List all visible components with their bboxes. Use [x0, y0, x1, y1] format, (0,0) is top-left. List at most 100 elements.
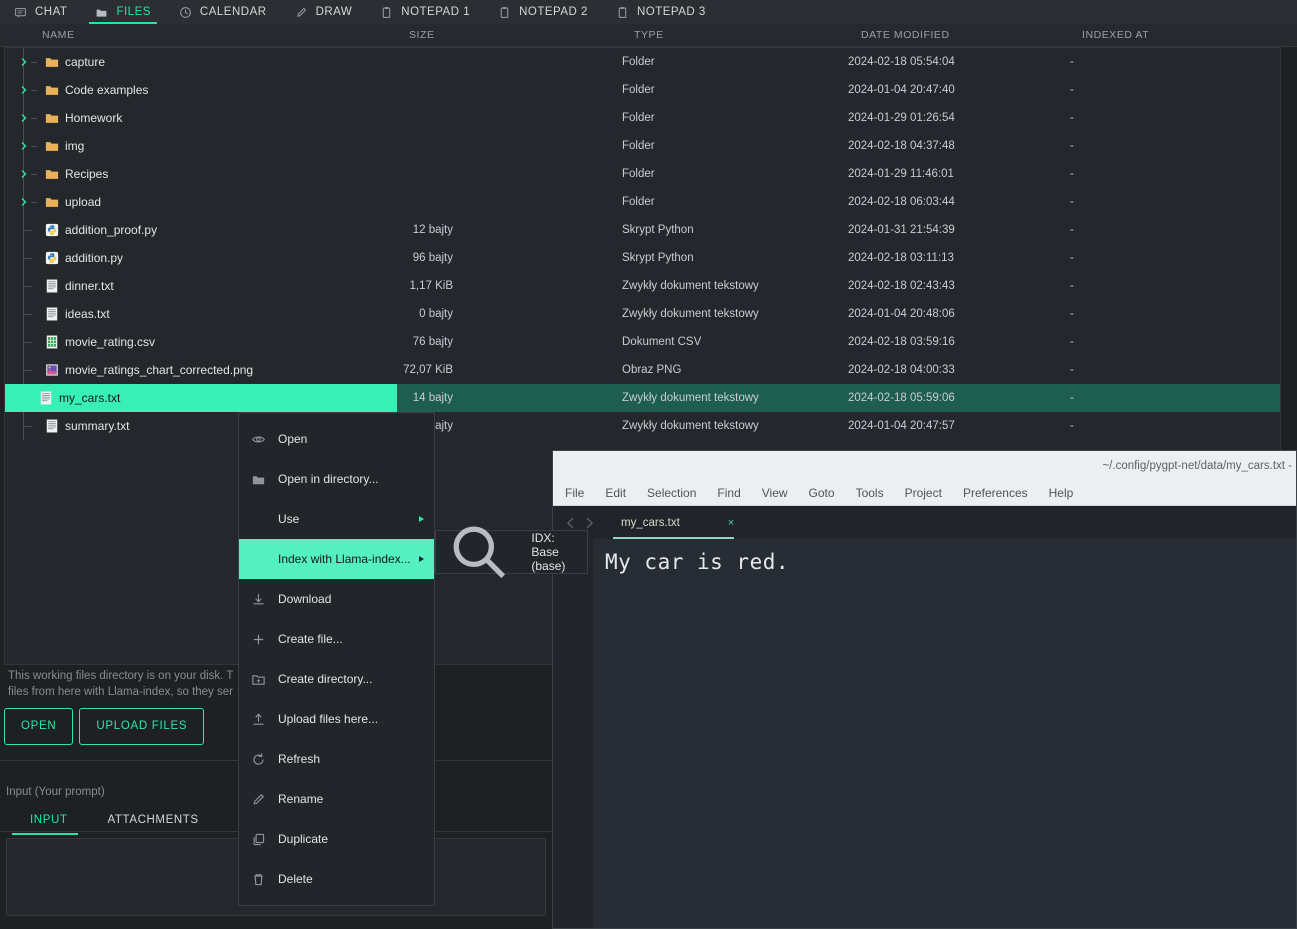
file-context-menu[interactable]: Open Open in directory... Use Index with Ll…: [238, 412, 435, 906]
editor-title-text: ~/.config/pygpt-net/data/my_cars.txt -: [1102, 459, 1292, 472]
input-tab-attachments[interactable]: ATTACHMENTS: [84, 808, 215, 832]
table-row[interactable]: my_cars.txt 14 bajty Zwykły dokument tekst…: [5, 384, 1280, 412]
table-row[interactable]: capture Folder 2024-02-18 05:54:04 -: [5, 48, 1280, 76]
file-name-cell[interactable]: ideas.txt: [35, 300, 110, 328]
menu-item-create-file[interactable]: Create file...: [239, 619, 434, 659]
table-row[interactable]: ideas.txt 0 bajty Zwykły dokument tekstowy…: [5, 300, 1280, 328]
editor-menu-preferences[interactable]: Preferences: [963, 486, 1028, 500]
menu-item-download[interactable]: Download: [239, 579, 434, 619]
folder-plus-icon: [252, 674, 265, 685]
expand-arrow-icon[interactable]: [19, 141, 29, 151]
file-indexed: -: [1070, 84, 1074, 96]
expand-arrow-icon[interactable]: [19, 113, 29, 123]
file-name: addition.py: [65, 251, 124, 265]
tab-label: NOTEPAD 3: [636, 6, 706, 18]
open-button[interactable]: OPEN: [4, 708, 74, 745]
column-header-type[interactable]: TYPE: [634, 24, 664, 47]
nav-back-icon[interactable]: [563, 515, 579, 531]
table-row[interactable]: movie_rating.csv 76 bajty Dokument CSV 2024…: [5, 328, 1280, 356]
editor-menu-tools[interactable]: Tools: [856, 486, 884, 500]
table-row[interactable]: Homework Folder 2024-01-29 01:26:54 -: [5, 104, 1280, 132]
menu-item-label: Create file...: [278, 632, 343, 646]
python-file-icon: [45, 251, 59, 265]
editor-menu-view[interactable]: View: [762, 486, 788, 500]
menu-item-upload-files-here[interactable]: Upload files here...: [239, 699, 434, 739]
upload-files-button[interactable]: UPLOAD FILES: [79, 708, 205, 745]
file-name-cell[interactable]: Code examples: [35, 76, 148, 104]
nav-forward-icon[interactable]: [581, 515, 597, 531]
editor-menu-help[interactable]: Help: [1049, 486, 1074, 500]
file-modified: 2024-01-04 20:47:57: [848, 420, 955, 432]
menu-item-index-with-llama-index[interactable]: Index with Llama-index...: [239, 539, 434, 579]
menu-item-delete[interactable]: Delete: [239, 859, 434, 899]
editor-menu-project[interactable]: Project: [905, 486, 942, 500]
table-row[interactable]: Recipes Folder 2024-01-29 11:46:01 -: [5, 160, 1280, 188]
file-name-cell[interactable]: movie_rating.csv: [35, 328, 155, 356]
expand-arrow-icon[interactable]: [19, 169, 29, 179]
file-name-cell[interactable]: movie_ratings_chart_corrected.png: [35, 356, 253, 384]
tab-files[interactable]: FILES: [81, 0, 164, 24]
column-header-size[interactable]: SIZE: [409, 24, 435, 47]
table-row[interactable]: movie_ratings_chart_corrected.png 72,07 K…: [5, 356, 1280, 384]
column-header-date-modified[interactable]: DATE MODIFIED: [861, 24, 950, 47]
file-name-cell[interactable]: Homework: [35, 104, 122, 132]
folder-file-icon: [45, 114, 59, 123]
table-row[interactable]: dinner.txt 1,17 KiB Zwykły dokument teksto…: [5, 272, 1280, 300]
file-indexed: -: [1070, 56, 1074, 68]
close-icon[interactable]: ×: [728, 517, 734, 529]
table-row[interactable]: addition_proof.py 12 bajty Skrypt Python 20…: [5, 216, 1280, 244]
file-name-cell[interactable]: summary.txt: [35, 412, 129, 440]
editor-menu-find[interactable]: Find: [717, 486, 740, 500]
tab-draw[interactable]: DRAW: [281, 0, 367, 24]
tab-notepad-2[interactable]: NOTEPAD 2: [484, 0, 602, 24]
table-row[interactable]: addition.py 96 bajty Skrypt Python 2024-02-…: [5, 244, 1280, 272]
none-icon: [251, 512, 266, 527]
editor-menu-selection[interactable]: Selection: [647, 486, 696, 500]
file-name-cell[interactable]: Recipes: [35, 160, 108, 188]
table-row[interactable]: img Folder 2024-02-18 04:37:48 -: [5, 132, 1280, 160]
table-row[interactable]: upload Folder 2024-02-18 06:03:44 -: [5, 188, 1280, 216]
tab-chat[interactable]: CHAT: [0, 0, 81, 24]
file-indexed: -: [1070, 168, 1074, 180]
tab-notepad-3[interactable]: NOTEPAD 3: [602, 0, 720, 24]
column-header-name[interactable]: NAME: [42, 24, 75, 47]
menu-item-refresh[interactable]: Refresh: [239, 739, 434, 779]
editor-menu-edit[interactable]: Edit: [605, 486, 626, 500]
file-name: dinner.txt: [65, 279, 114, 293]
tab-notepad-1[interactable]: NOTEPAD 1: [366, 0, 484, 24]
editor-file-tab[interactable]: my_cars.txt ×: [599, 506, 748, 539]
file-modified: 2024-02-18 05:59:06: [848, 392, 955, 404]
menu-item-create-directory[interactable]: Create directory...: [239, 659, 434, 699]
file-type: Zwykły dokument tekstowy: [622, 392, 759, 404]
tab-calendar[interactable]: CALENDAR: [165, 0, 281, 24]
file-name-cell[interactable]: dinner.txt: [35, 272, 114, 300]
editor-text-area[interactable]: 1 My car is red.: [553, 539, 1296, 928]
menu-item-duplicate[interactable]: Duplicate: [239, 819, 434, 859]
file-name-cell[interactable]: capture: [35, 48, 105, 76]
menu-item-open-in-directory[interactable]: Open in directory...: [239, 459, 434, 499]
column-header-indexed-at[interactable]: INDEXED AT: [1082, 24, 1149, 47]
file-indexed: -: [1070, 308, 1074, 320]
file-modified: 2024-02-18 03:11:13: [848, 252, 954, 264]
expand-arrow-icon[interactable]: [19, 57, 29, 67]
menu-item-label: Open: [278, 432, 308, 446]
table-row[interactable]: Code examples Folder 2024-01-04 20:47:40 -: [5, 76, 1280, 104]
expand-arrow-icon[interactable]: [19, 85, 29, 95]
editor-gutter: [553, 539, 593, 928]
file-name-cell[interactable]: upload: [35, 188, 101, 216]
menu-item-use[interactable]: Use: [239, 499, 434, 539]
file-name-cell[interactable]: addition_proof.py: [35, 216, 157, 244]
file-indexed: -: [1070, 280, 1074, 292]
file-modified: 2024-01-04 20:48:06: [848, 308, 955, 320]
tab-label: FILES: [116, 6, 151, 18]
table-row[interactable]: summary.txt 0 bajty Zwykły dokument teksto…: [5, 412, 1280, 440]
editor-menu-goto[interactable]: Goto: [809, 486, 835, 500]
llama-index-submenu[interactable]: IDX: Base (base): [435, 526, 588, 579]
menu-item-open[interactable]: Open: [239, 419, 434, 459]
menu-item-rename[interactable]: Rename: [239, 779, 434, 819]
file-name-cell[interactable]: addition.py: [35, 244, 123, 272]
input-tab-input[interactable]: INPUT: [6, 808, 84, 835]
file-name-cell[interactable]: img: [35, 132, 84, 160]
editor-menu-file[interactable]: File: [565, 486, 584, 500]
expand-arrow-icon[interactable]: [19, 197, 29, 207]
